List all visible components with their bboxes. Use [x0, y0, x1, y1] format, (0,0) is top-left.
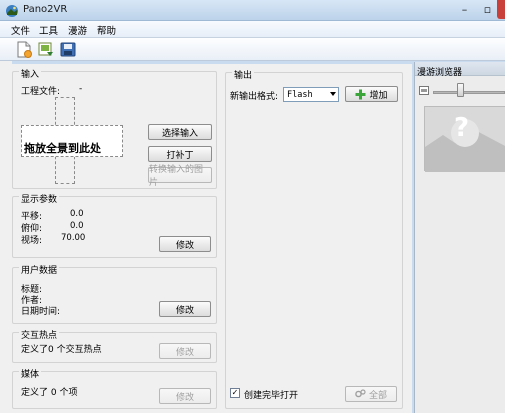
- menu-bar: 文件 工具 漫游 帮助: [0, 21, 505, 38]
- new-file-icon[interactable]: [15, 41, 33, 58]
- output-all-button[interactable]: 全部: [345, 386, 397, 402]
- pan-value: 0.0: [70, 209, 84, 219]
- menu-tour[interactable]: 漫游: [68, 23, 87, 37]
- output-group-title: 输出: [232, 68, 255, 81]
- add-output-label: 增加: [369, 90, 388, 101]
- convert-input-button[interactable]: 转换输入的图片: [148, 165, 212, 188]
- fov-value: 70.00: [61, 233, 86, 243]
- panorama-thumbnail[interactable]: ?: [424, 106, 505, 172]
- menu-tools[interactable]: 工具: [39, 23, 58, 37]
- output-format-label: 新输出格式:: [230, 92, 279, 102]
- display-params-modify-button[interactable]: 修改: [159, 236, 211, 252]
- title-bar: Pano2VR – ▫: [0, 0, 505, 21]
- thumbnail-size-slider-handle[interactable]: [457, 83, 464, 97]
- user-data-group: 用户数据 标题: 作者: 日期时间: 修改: [12, 263, 217, 324]
- media-summary: 定义了 0 个项: [21, 388, 78, 398]
- display-params-group: 显示参数 平移: 0.0 俯仰: 0.0 视场: 70.00 修改: [12, 192, 217, 258]
- hotspots-title: 交互热点: [19, 328, 60, 341]
- minimize-button[interactable]: –: [453, 0, 476, 19]
- hotspots-group: 交互热点 定义了0 个交互热点 修改: [12, 328, 217, 363]
- left-margin: [0, 61, 12, 413]
- add-output-button[interactable]: 增加: [345, 86, 398, 102]
- input-group-title: 输入: [19, 67, 42, 80]
- output-group: 输出 新输出格式: Flash 增加 ✓ 创建完毕打开 全部: [225, 68, 403, 409]
- window-title: Pano2VR: [23, 4, 68, 15]
- project-file-label: 工程文件:: [21, 87, 61, 97]
- output-format-select[interactable]: Flash: [283, 87, 339, 102]
- save-icon[interactable]: [59, 41, 77, 58]
- output-all-label: 全部: [368, 390, 387, 401]
- input-group: 输入 工程文件: - 拖放全景到此处 选择输入 打补丁 转换输入的图片: [12, 67, 217, 189]
- gears-icon: [355, 389, 366, 398]
- hotspots-summary: 定义了0 个交互热点: [21, 345, 102, 355]
- drop-zone-text: 拖放全景到此处: [24, 142, 101, 155]
- toolbar: [0, 38, 505, 61]
- output-panel: 输出 新输出格式: Flash 增加 ✓ 创建完毕打开 全部: [225, 64, 412, 413]
- open-when-done-checkbox[interactable]: ✓: [230, 388, 240, 398]
- user-data-title: 用户数据: [19, 263, 60, 276]
- thumbnail-size-slider[interactable]: [433, 91, 505, 94]
- open-when-done-label: 创建完毕打开: [244, 391, 299, 401]
- media-title: 媒体: [19, 367, 42, 380]
- display-params-title: 显示参数: [19, 192, 60, 205]
- tour-browser-header: 漫游浏览器: [415, 62, 505, 78]
- zoom-small-icon: [419, 86, 429, 95]
- user-data-modify-button[interactable]: 修改: [159, 301, 211, 317]
- tour-browser-panel: 漫游浏览器 ?: [414, 62, 505, 413]
- fov-label: 视场:: [21, 236, 43, 246]
- media-group: 媒体 定义了 0 个项 修改: [12, 367, 217, 409]
- menu-file[interactable]: 文件: [11, 23, 30, 37]
- hotspots-modify-button[interactable]: 修改: [159, 343, 211, 359]
- media-modify-button[interactable]: 修改: [159, 388, 211, 404]
- app-logo-icon: [6, 5, 18, 17]
- select-input-button[interactable]: 选择输入: [148, 124, 212, 140]
- plus-icon: [355, 89, 366, 99]
- output-format-value: Flash: [287, 89, 313, 100]
- patch-button[interactable]: 打补丁: [148, 146, 212, 162]
- menu-help[interactable]: 帮助: [97, 23, 116, 37]
- chevron-down-icon: [330, 92, 336, 96]
- maximize-button[interactable]: ▫: [476, 0, 499, 19]
- thumbnail-placeholder-mark: ?: [454, 113, 470, 143]
- close-button[interactable]: [497, 0, 505, 19]
- datetime-label: 日期时间:: [21, 307, 61, 317]
- open-file-icon[interactable]: [37, 41, 55, 58]
- tour-browser-title: 漫游浏览器: [417, 68, 463, 78]
- project-file-value: -: [79, 84, 83, 94]
- left-panel: 输入 工程文件: - 拖放全景到此处 选择输入 打补丁 转换输入的图片 显示参数…: [12, 64, 225, 413]
- tilt-value: 0.0: [70, 221, 84, 231]
